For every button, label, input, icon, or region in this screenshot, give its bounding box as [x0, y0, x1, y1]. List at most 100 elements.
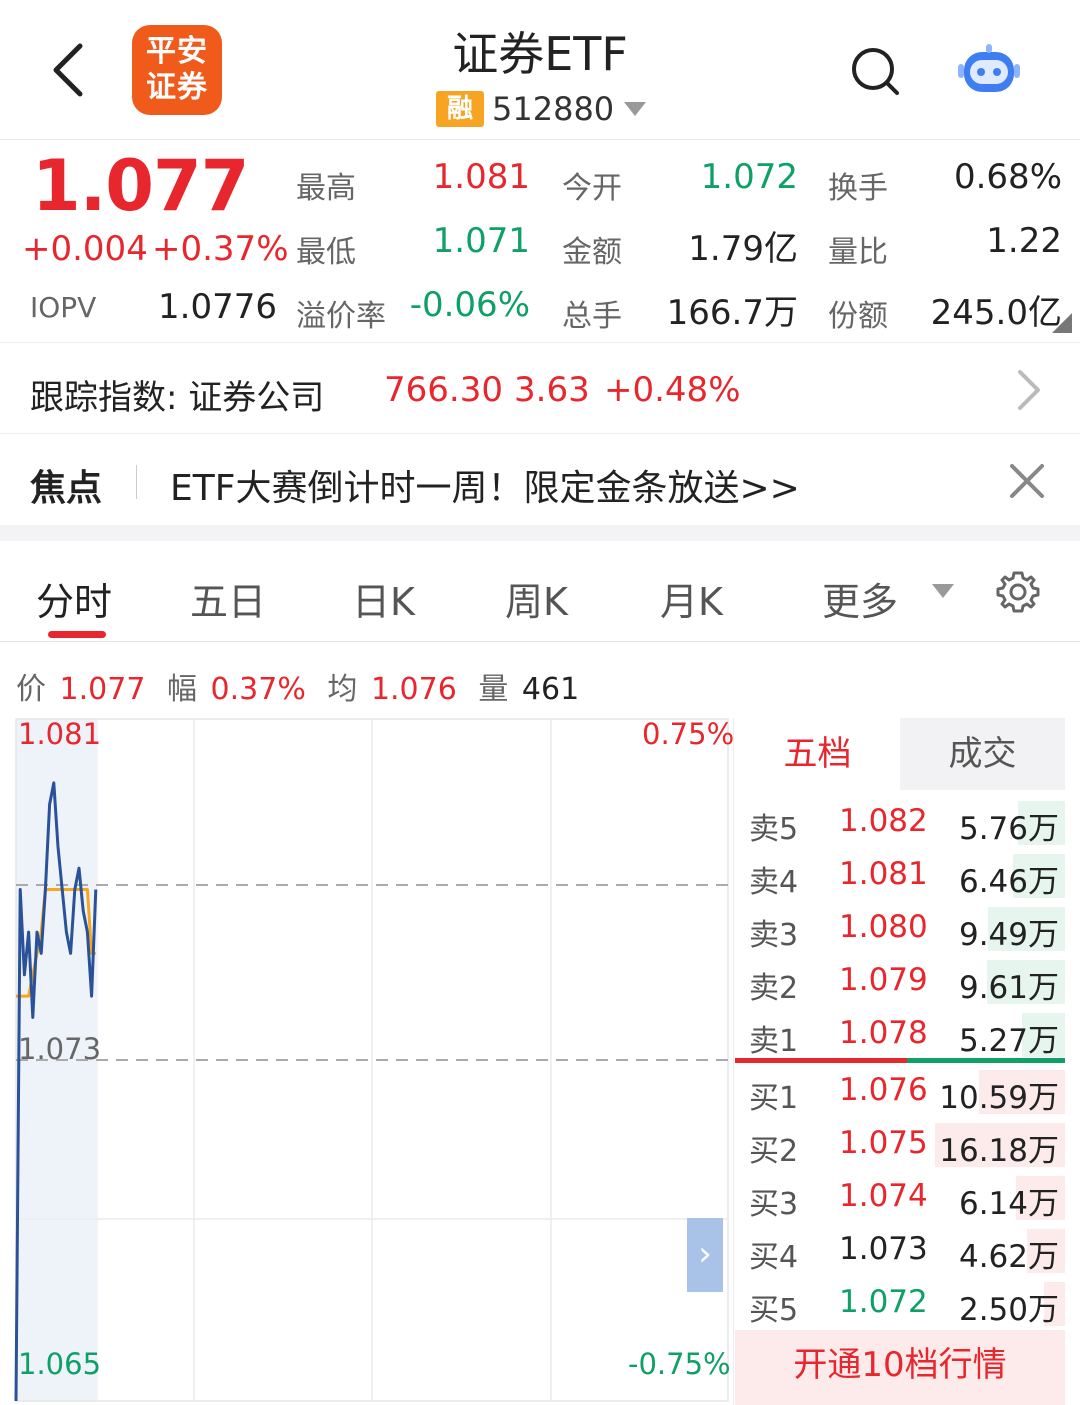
bid-row-1[interactable]: 买1 1.076 10.59万 [735, 1067, 1065, 1117]
book-level-price: 1.080 [839, 909, 928, 945]
volume-ratio-label: 量比 [828, 235, 888, 270]
tab-five-levels[interactable]: 五档 [735, 718, 900, 790]
book-level-label: 买1 [749, 1081, 799, 1116]
summary-average: 1.076 [370, 672, 457, 707]
quote-panel: 1.077 +0.004 +0.37% IOPV 1.0776 最高 1.081… [0, 141, 1080, 343]
bid-row-3[interactable]: 买3 1.074 6.14万 [735, 1173, 1065, 1223]
turnover-value: 0.68% [953, 157, 1062, 197]
order-book-tabs: 五档 成交 [735, 718, 1065, 790]
book-level-volume: 16.18万 [939, 1133, 1059, 1169]
book-level-label: 买3 [749, 1187, 799, 1222]
volume-value: 166.7万 [666, 293, 798, 333]
volume-label: 总手 [562, 299, 622, 334]
y-axis-mid-label: 1.073 [18, 1032, 102, 1066]
summary-price-label: 价 [16, 672, 46, 707]
last-price: 1.077 [32, 145, 249, 227]
high-value: 1.081 [432, 157, 530, 197]
y-axis-bottom-label: 1.065 [18, 1347, 102, 1381]
book-level-label: 买5 [749, 1293, 799, 1328]
summary-amplitude: 0.37% [210, 672, 306, 707]
bid-row-5[interactable]: 买5 1.072 2.50万 [735, 1279, 1065, 1329]
expand-panel-button[interactable]: › [687, 1218, 723, 1292]
chart-summary-row: 价 1.077 幅 0.37% 均 1.076 量 461 [16, 664, 583, 707]
book-level-label: 卖2 [749, 971, 799, 1006]
ask-row-5[interactable]: 卖5 1.082 5.76万 [735, 798, 1065, 848]
iopv-value: 1.0776 [158, 287, 277, 327]
intraday-chart-svg [14, 718, 729, 1402]
security-code-selector[interactable]: 融 512880 [436, 90, 647, 128]
gear-icon[interactable] [996, 570, 1040, 614]
unlock-ten-levels-button[interactable]: 开通10档行情 [735, 1330, 1065, 1405]
tab-intraday[interactable]: 分时 [36, 571, 112, 626]
search-icon[interactable] [848, 44, 902, 98]
summary-average-label: 均 [327, 672, 358, 707]
book-level-volume: 5.27万 [958, 1023, 1059, 1059]
book-level-volume: 4.62万 [958, 1239, 1059, 1275]
price-change: +0.004 [22, 229, 148, 269]
robot-assistant-icon[interactable] [958, 44, 1020, 96]
high-label: 最高 [296, 171, 356, 206]
book-level-price: 1.079 [839, 962, 928, 998]
caret-down-icon [624, 102, 647, 116]
tab-more[interactable]: 更多 [822, 571, 898, 626]
turnover-label: 换手 [828, 171, 888, 206]
book-level-price: 1.082 [839, 803, 928, 839]
volume-ratio-value: 1.22 [986, 221, 1062, 261]
tab-weekly-k[interactable]: 周K [505, 571, 568, 626]
book-level-price: 1.081 [839, 856, 928, 892]
open-label: 今开 [562, 171, 622, 206]
premium-value: -0.06% [409, 285, 530, 325]
chevron-right-icon [1018, 370, 1040, 410]
amount-label: 金额 [562, 235, 622, 270]
shares-label: 份额 [828, 299, 888, 334]
amount-value: 1.79亿 [688, 229, 798, 269]
focus-link[interactable]: ETF大赛倒计时一周！限定金条放送>> [170, 459, 800, 511]
section-separator [0, 525, 1080, 541]
bid-row-2[interactable]: 买2 1.075 16.18万 [735, 1120, 1065, 1170]
back-arrow-icon[interactable] [40, 38, 100, 102]
price-change-percent: +0.37% [152, 229, 289, 269]
tab-trades[interactable]: 成交 [900, 718, 1065, 790]
app-header: 平安 证券 证券ETF 融 512880 [0, 0, 1080, 140]
tab-monthly-k[interactable]: 月K [660, 571, 723, 626]
ask-row-3[interactable]: 卖3 1.080 9.49万 [735, 904, 1065, 954]
book-level-label: 卖1 [749, 1024, 799, 1059]
book-level-volume: 6.46万 [958, 864, 1059, 900]
ask-row-2[interactable]: 卖2 1.079 9.61万 [735, 957, 1065, 1007]
book-level-price: 1.074 [839, 1178, 928, 1214]
low-label: 最低 [296, 235, 356, 270]
page-title: 证券ETF [452, 27, 628, 81]
low-value: 1.071 [432, 221, 530, 261]
broker-logo: 平安 证券 [132, 25, 222, 115]
panel-divider [733, 718, 734, 1405]
book-split-red [735, 1058, 907, 1063]
tab-daily-k[interactable]: 日K [352, 571, 415, 626]
pct-axis-top-label: 0.75% [642, 717, 735, 751]
shares-value: 245.0亿 [930, 293, 1062, 333]
intraday-chart[interactable]: 1.081 0.75% 1.073 1.065 -0.75% [0, 715, 735, 1405]
close-icon[interactable] [1008, 462, 1046, 500]
open-value: 1.072 [700, 157, 798, 197]
tracking-index-label: 跟踪指数: 证券公司 [30, 378, 325, 418]
book-level-label: 买4 [749, 1240, 799, 1275]
book-level-volume: 9.49万 [958, 917, 1059, 953]
book-level-label: 卖4 [749, 865, 799, 900]
summary-volume-label: 量 [478, 672, 509, 707]
book-level-volume: 10.59万 [939, 1080, 1059, 1116]
book-level-volume: 2.50万 [958, 1292, 1059, 1328]
security-code: 512880 [492, 90, 615, 128]
focus-divider [136, 465, 137, 499]
ask-row-1[interactable]: 卖1 1.078 5.27万 [735, 1010, 1065, 1060]
tracking-index-row[interactable]: 跟踪指数: 证券公司 766.30 3.63 +0.48% [0, 344, 1080, 434]
active-tab-indicator [48, 631, 106, 638]
order-book: 五档 成交 卖5 1.082 5.76万 卖4 1.081 6.46万 卖3 1.080 9.4… [735, 718, 1065, 1405]
book-level-volume: 9.61万 [958, 970, 1059, 1006]
summary-price: 1.077 [59, 672, 146, 707]
ask-row-4[interactable]: 卖4 1.081 6.46万 [735, 851, 1065, 901]
corner-expand-icon[interactable] [1052, 313, 1072, 333]
book-level-volume: 6.14万 [958, 1186, 1059, 1222]
bid-row-4[interactable]: 买4 1.073 4.62万 [735, 1226, 1065, 1276]
logo-line-1: 平安 [146, 34, 208, 69]
tab-five-day[interactable]: 五日 [190, 571, 266, 626]
summary-volume: 461 [521, 672, 580, 707]
